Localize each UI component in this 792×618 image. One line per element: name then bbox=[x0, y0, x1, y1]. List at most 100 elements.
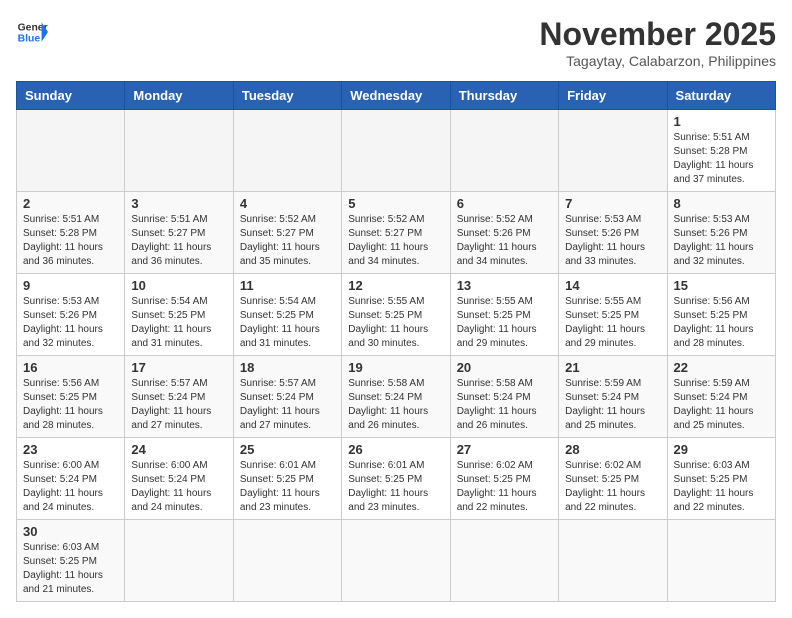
calendar-cell bbox=[450, 520, 558, 602]
day-info: Sunrise: 5:51 AMSunset: 5:28 PMDaylight:… bbox=[23, 213, 118, 269]
header: General Blue November 2025 Tagaytay, Cal… bbox=[16, 16, 776, 69]
weekday-header-row: SundayMondayTuesdayWednesdayThursdayFrid… bbox=[17, 82, 776, 110]
day-number: 12 bbox=[348, 278, 443, 293]
day-info: Sunrise: 5:53 AMSunset: 5:26 PMDaylight:… bbox=[23, 295, 118, 351]
day-number: 3 bbox=[131, 196, 226, 211]
calendar-cell: 18Sunrise: 5:57 AMSunset: 5:24 PMDayligh… bbox=[233, 356, 341, 438]
calendar-cell: 2 Sunrise: 5:51 AMSunset: 5:28 PMDaylight… bbox=[17, 192, 125, 274]
day-number: 19 bbox=[348, 360, 443, 375]
logo: General Blue bbox=[16, 16, 48, 48]
calendar-cell bbox=[233, 110, 341, 192]
calendar-cell: 11Sunrise: 5:54 AMSunset: 5:25 PMDayligh… bbox=[233, 274, 341, 356]
day-number: 9 bbox=[23, 278, 118, 293]
day-info: Sunrise: 5:56 AMSunset: 5:25 PMDaylight:… bbox=[674, 295, 769, 351]
day-number: 6 bbox=[457, 196, 552, 211]
location-title: Tagaytay, Calabarzon, Philippines bbox=[539, 53, 776, 69]
calendar-week-row: 1Sunrise: 5:51 AMSunset: 5:28 PMDaylight… bbox=[17, 110, 776, 192]
calendar-cell: 30Sunrise: 6:03 AMSunset: 5:25 PMDayligh… bbox=[17, 520, 125, 602]
day-info: Sunrise: 5:55 AMSunset: 5:25 PMDaylight:… bbox=[565, 295, 660, 351]
day-number: 8 bbox=[674, 196, 769, 211]
day-info: Sunrise: 5:51 AMSunset: 5:28 PMDaylight:… bbox=[674, 131, 769, 187]
day-number: 26 bbox=[348, 442, 443, 457]
day-number: 4 bbox=[240, 196, 335, 211]
calendar-cell: 25 Sunrise: 6:01 AMSunset: 5:25 PMDayligh… bbox=[233, 438, 341, 520]
day-info: Sunrise: 5:54 AMSunset: 5:25 PMDaylight:… bbox=[240, 295, 335, 351]
day-number: 23 bbox=[23, 442, 118, 457]
calendar-cell: 29Sunrise: 6:03 AMSunset: 5:25 PMDayligh… bbox=[667, 438, 775, 520]
day-number: 10 bbox=[131, 278, 226, 293]
calendar-cell: 14Sunrise: 5:55 AMSunset: 5:25 PMDayligh… bbox=[559, 274, 667, 356]
day-info: Sunrise: 6:00 AMSunset: 5:24 PMDaylight:… bbox=[131, 459, 226, 515]
calendar-cell bbox=[125, 110, 233, 192]
calendar-cell bbox=[342, 520, 450, 602]
calendar-cell: 20 Sunrise: 5:58 AMSunset: 5:24 PMDayligh… bbox=[450, 356, 558, 438]
calendar-week-row: 23 Sunrise: 6:00 AMSunset: 5:24 PMDayligh… bbox=[17, 438, 776, 520]
day-info: Sunrise: 5:53 AMSunset: 5:26 PMDaylight:… bbox=[565, 213, 660, 269]
day-number: 7 bbox=[565, 196, 660, 211]
calendar-cell: 22Sunrise: 5:59 AMSunset: 5:24 PMDayligh… bbox=[667, 356, 775, 438]
calendar-cell: 4 Sunrise: 5:52 AMSunset: 5:27 PMDaylight… bbox=[233, 192, 341, 274]
logo-icon: General Blue bbox=[16, 16, 48, 48]
day-info: Sunrise: 5:58 AMSunset: 5:24 PMDaylight:… bbox=[348, 377, 443, 433]
day-info: Sunrise: 5:57 AMSunset: 5:24 PMDaylight:… bbox=[131, 377, 226, 433]
day-info: Sunrise: 5:52 AMSunset: 5:27 PMDaylight:… bbox=[240, 213, 335, 269]
day-number: 30 bbox=[23, 524, 118, 539]
calendar: SundayMondayTuesdayWednesdayThursdayFrid… bbox=[16, 81, 776, 602]
day-number: 28 bbox=[565, 442, 660, 457]
day-info: Sunrise: 5:51 AMSunset: 5:27 PMDaylight:… bbox=[131, 213, 226, 269]
calendar-week-row: 30Sunrise: 6:03 AMSunset: 5:25 PMDayligh… bbox=[17, 520, 776, 602]
calendar-cell: 1Sunrise: 5:51 AMSunset: 5:28 PMDaylight… bbox=[667, 110, 775, 192]
calendar-cell: 5 Sunrise: 5:52 AMSunset: 5:27 PMDaylight… bbox=[342, 192, 450, 274]
day-info: Sunrise: 5:55 AMSunset: 5:25 PMDaylight:… bbox=[457, 295, 552, 351]
calendar-cell bbox=[559, 520, 667, 602]
day-info: Sunrise: 5:54 AMSunset: 5:25 PMDaylight:… bbox=[131, 295, 226, 351]
weekday-header-monday: Monday bbox=[125, 82, 233, 110]
calendar-week-row: 2 Sunrise: 5:51 AMSunset: 5:28 PMDaylight… bbox=[17, 192, 776, 274]
calendar-week-row: 9 Sunrise: 5:53 AMSunset: 5:26 PMDaylight… bbox=[17, 274, 776, 356]
day-info: Sunrise: 6:00 AMSunset: 5:24 PMDaylight:… bbox=[23, 459, 118, 515]
calendar-cell: 17Sunrise: 5:57 AMSunset: 5:24 PMDayligh… bbox=[125, 356, 233, 438]
calendar-cell: 28Sunrise: 6:02 AMSunset: 5:25 PMDayligh… bbox=[559, 438, 667, 520]
calendar-cell: 3 Sunrise: 5:51 AMSunset: 5:27 PMDaylight… bbox=[125, 192, 233, 274]
calendar-cell: 26 Sunrise: 6:01 AMSunset: 5:25 PMDayligh… bbox=[342, 438, 450, 520]
day-number: 2 bbox=[23, 196, 118, 211]
calendar-cell: 13Sunrise: 5:55 AMSunset: 5:25 PMDayligh… bbox=[450, 274, 558, 356]
day-info: Sunrise: 5:55 AMSunset: 5:25 PMDaylight:… bbox=[348, 295, 443, 351]
day-info: Sunrise: 6:01 AMSunset: 5:25 PMDaylight:… bbox=[240, 459, 335, 515]
calendar-week-row: 16 Sunrise: 5:56 AMSunset: 5:25 PMDayligh… bbox=[17, 356, 776, 438]
day-info: Sunrise: 5:59 AMSunset: 5:24 PMDaylight:… bbox=[565, 377, 660, 433]
day-number: 22 bbox=[674, 360, 769, 375]
calendar-cell: 16 Sunrise: 5:56 AMSunset: 5:25 PMDayligh… bbox=[17, 356, 125, 438]
calendar-cell: 9 Sunrise: 5:53 AMSunset: 5:26 PMDaylight… bbox=[17, 274, 125, 356]
day-number: 21 bbox=[565, 360, 660, 375]
calendar-cell bbox=[342, 110, 450, 192]
weekday-header-friday: Friday bbox=[559, 82, 667, 110]
calendar-cell: 19 Sunrise: 5:58 AMSunset: 5:24 PMDayligh… bbox=[342, 356, 450, 438]
day-number: 29 bbox=[674, 442, 769, 457]
title-area: November 2025 Tagaytay, Calabarzon, Phil… bbox=[539, 16, 776, 69]
day-info: Sunrise: 5:56 AMSunset: 5:25 PMDaylight:… bbox=[23, 377, 118, 433]
calendar-cell: 21 Sunrise: 5:59 AMSunset: 5:24 PMDayligh… bbox=[559, 356, 667, 438]
weekday-header-tuesday: Tuesday bbox=[233, 82, 341, 110]
day-info: Sunrise: 5:52 AMSunset: 5:27 PMDaylight:… bbox=[348, 213, 443, 269]
day-info: Sunrise: 5:58 AMSunset: 5:24 PMDaylight:… bbox=[457, 377, 552, 433]
calendar-cell: 10 Sunrise: 5:54 AMSunset: 5:25 PMDayligh… bbox=[125, 274, 233, 356]
day-number: 15 bbox=[674, 278, 769, 293]
calendar-cell: 15 Sunrise: 5:56 AMSunset: 5:25 PMDayligh… bbox=[667, 274, 775, 356]
calendar-cell bbox=[450, 110, 558, 192]
calendar-cell: 8 Sunrise: 5:53 AMSunset: 5:26 PMDaylight… bbox=[667, 192, 775, 274]
day-number: 5 bbox=[348, 196, 443, 211]
day-number: 16 bbox=[23, 360, 118, 375]
day-number: 20 bbox=[457, 360, 552, 375]
svg-text:Blue: Blue bbox=[18, 34, 41, 45]
day-info: Sunrise: 5:52 AMSunset: 5:26 PMDaylight:… bbox=[457, 213, 552, 269]
day-info: Sunrise: 6:01 AMSunset: 5:25 PMDaylight:… bbox=[348, 459, 443, 515]
calendar-cell bbox=[125, 520, 233, 602]
calendar-cell: 7 Sunrise: 5:53 AMSunset: 5:26 PMDaylight… bbox=[559, 192, 667, 274]
day-info: Sunrise: 5:57 AMSunset: 5:24 PMDaylight:… bbox=[240, 377, 335, 433]
calendar-cell: 23 Sunrise: 6:00 AMSunset: 5:24 PMDayligh… bbox=[17, 438, 125, 520]
day-number: 25 bbox=[240, 442, 335, 457]
weekday-header-sunday: Sunday bbox=[17, 82, 125, 110]
day-info: Sunrise: 5:53 AMSunset: 5:26 PMDaylight:… bbox=[674, 213, 769, 269]
day-info: Sunrise: 6:02 AMSunset: 5:25 PMDaylight:… bbox=[457, 459, 552, 515]
